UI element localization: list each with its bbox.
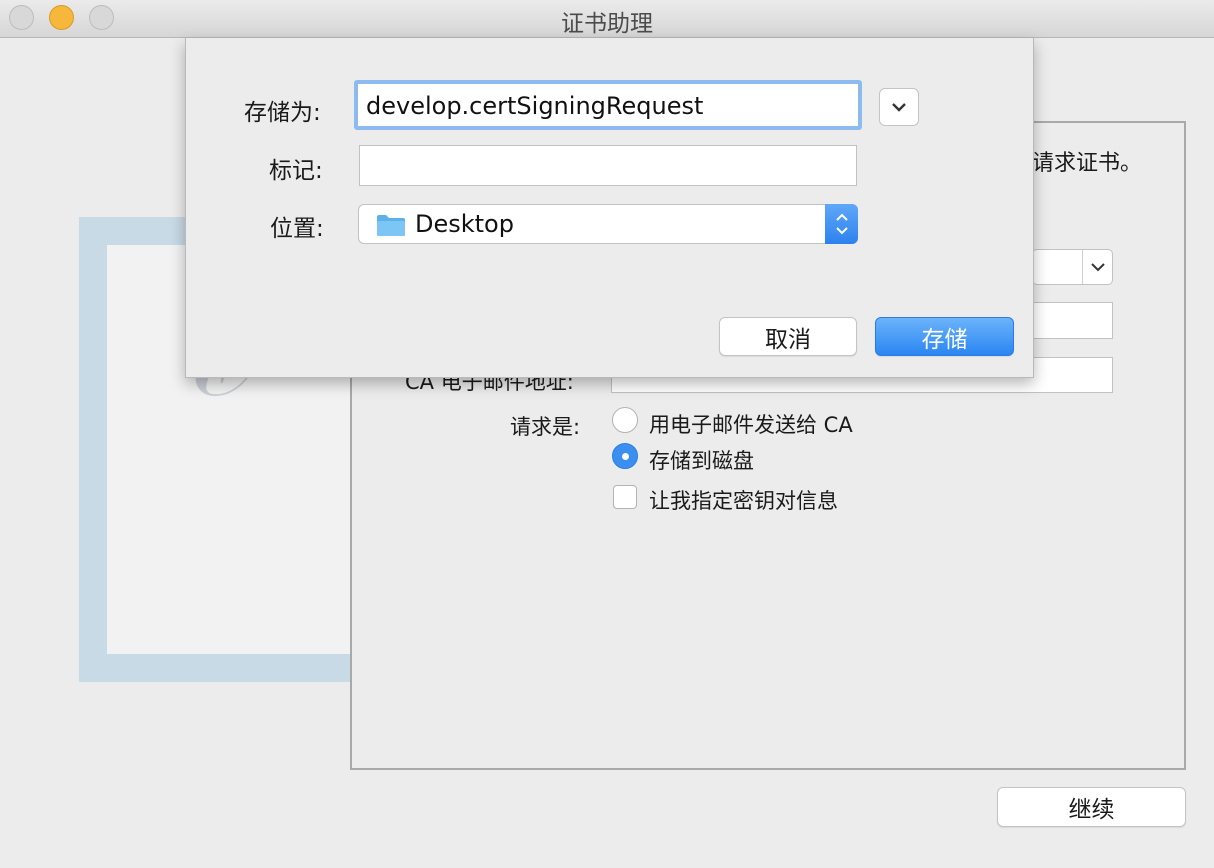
tags-input[interactable] bbox=[359, 145, 857, 186]
identity-popup[interactable] bbox=[1032, 249, 1113, 285]
title-bar: 证书助理 bbox=[0, 0, 1214, 38]
chevron-down-icon bbox=[1082, 250, 1112, 284]
window-title: 证书助理 bbox=[561, 11, 653, 37]
radio-email-ca[interactable] bbox=[612, 407, 638, 433]
location-popup[interactable]: Desktop bbox=[358, 204, 858, 244]
expand-sheet-button[interactable] bbox=[879, 88, 919, 126]
option-save-to-disk-label: 存储到磁盘 bbox=[649, 449, 754, 473]
keypair-info-checkbox[interactable] bbox=[613, 485, 637, 509]
save-button[interactable]: 存储 bbox=[875, 317, 1014, 356]
radio-save-to-disk[interactable] bbox=[612, 443, 638, 469]
save-sheet: 存储为: develop.certSigningRequest 标记: 位置: … bbox=[185, 38, 1034, 378]
keypair-info-label: 让我指定密钥对信息 bbox=[649, 489, 838, 513]
tags-label: 标记: bbox=[269, 158, 323, 184]
filename-input[interactable]: develop.certSigningRequest bbox=[354, 80, 862, 130]
request-description-text: 请求证书。 bbox=[1032, 151, 1143, 176]
location-value: Desktop bbox=[415, 210, 514, 238]
save-as-label: 存储为: bbox=[244, 100, 321, 126]
up-down-chevron-icon bbox=[825, 204, 858, 244]
folder-icon bbox=[377, 215, 405, 236]
option-email-ca-label: 用电子邮件发送给 CA bbox=[649, 413, 853, 437]
location-label: 位置: bbox=[270, 216, 324, 242]
common-name-field[interactable] bbox=[1032, 302, 1113, 339]
request-is-label: 请求是: bbox=[510, 415, 581, 439]
cancel-button[interactable]: 取消 bbox=[719, 317, 857, 356]
continue-button[interactable]: 继续 bbox=[997, 787, 1186, 827]
chevron-down-icon bbox=[892, 103, 906, 112]
